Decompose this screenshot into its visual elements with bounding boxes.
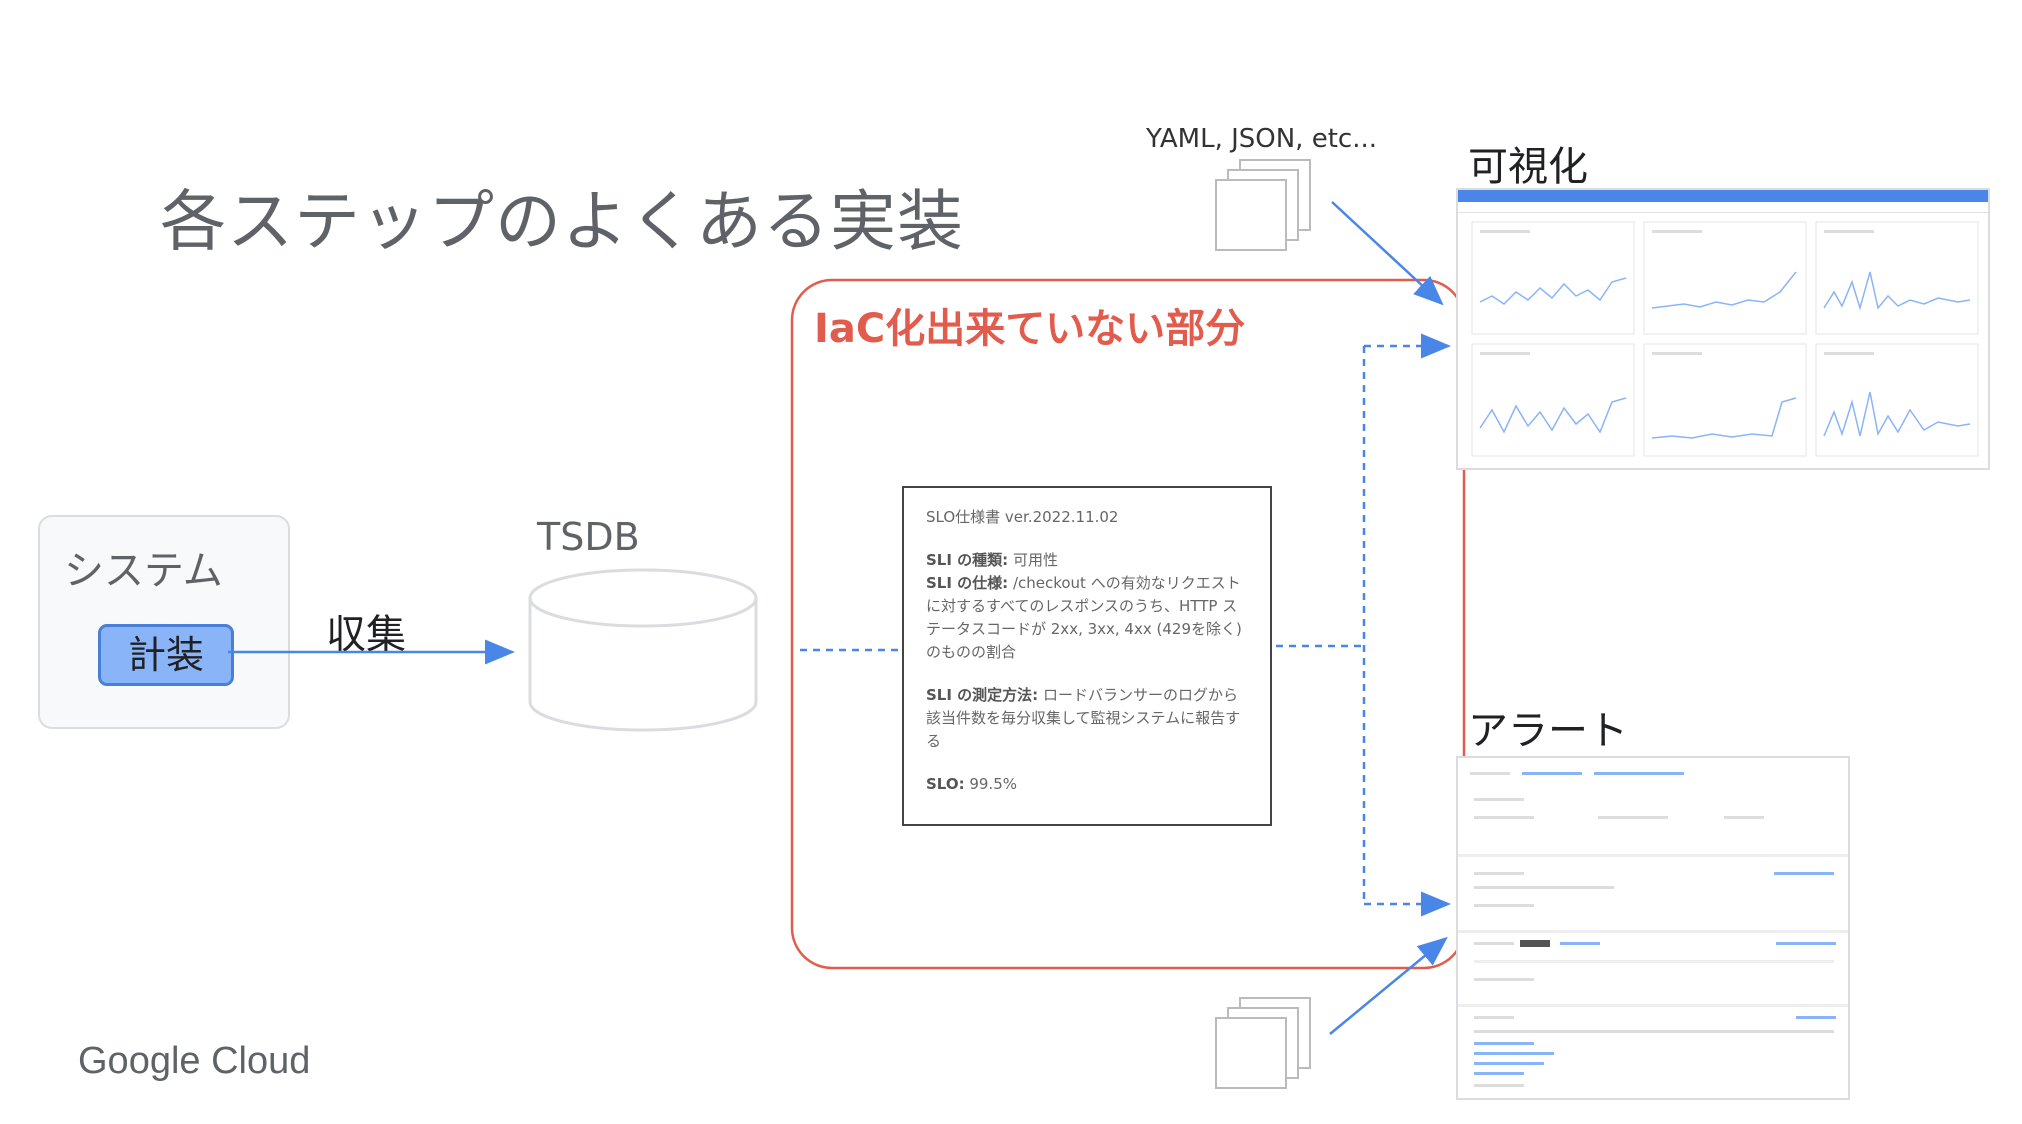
- config-format-label: YAML, JSON, etc...: [1146, 124, 1377, 154]
- alert-line: [1470, 772, 1510, 775]
- slo-value: 99.5%: [964, 775, 1017, 793]
- sli-type-key: SLI の種類:: [926, 551, 1009, 569]
- document-stack-icon: [1215, 997, 1311, 1089]
- dashboard-screenshot: [1456, 188, 1990, 470]
- alert-divider: [1458, 1004, 1848, 1007]
- alert-link-line: [1796, 1016, 1836, 1019]
- slo-key: SLO:: [926, 775, 965, 793]
- alert-link-line: [1474, 1052, 1554, 1055]
- document-stack-icon: [1215, 159, 1311, 251]
- alert-link-line: [1522, 772, 1582, 775]
- sli-type-value: 可用性: [1008, 551, 1058, 569]
- alert-line: [1474, 886, 1614, 889]
- alert-line: [1474, 1084, 1524, 1087]
- alert-divider: [1458, 930, 1848, 933]
- iac-label: IaC化出来ていない部分: [814, 306, 1246, 352]
- sli-spec-key: SLI の仕様:: [926, 574, 1009, 592]
- dashboard-panels: [1471, 221, 1979, 457]
- alert-line: [1474, 1030, 1834, 1033]
- alert-line: [1474, 960, 1834, 963]
- alert-line: [1474, 798, 1524, 801]
- alerts-screenshot: [1456, 756, 1850, 1100]
- alert-line: [1598, 816, 1668, 819]
- alert-divider: [1458, 854, 1848, 857]
- alert-badge: [1520, 940, 1550, 947]
- alert-link-line: [1474, 1062, 1544, 1065]
- alert-label: アラート: [1468, 708, 1628, 754]
- visualization-label: 可視化: [1468, 144, 1588, 190]
- alert-line: [1474, 872, 1524, 875]
- alert-link-line: [1774, 872, 1834, 875]
- alert-line: [1724, 816, 1764, 819]
- slo-spec-document: SLO仕様書 ver.2022.11.02 SLI の種類: 可用性 SLI の…: [902, 486, 1272, 826]
- alert-link-line: [1474, 1072, 1524, 1075]
- database-cylinder-icon: [528, 568, 758, 732]
- alert-line: [1474, 816, 1534, 819]
- alert-link-line: [1776, 942, 1836, 945]
- alert-line: [1474, 1016, 1514, 1019]
- doc-to-viz-arrow: [1331, 201, 1444, 306]
- dashboard-header-bar: [1458, 190, 1988, 202]
- alert-line: [1474, 904, 1534, 907]
- google-cloud-logo: Google Cloud: [78, 1040, 311, 1082]
- alert-link-line: [1474, 1042, 1534, 1045]
- slo-doc-header: SLO仕様書 ver.2022.11.02: [926, 508, 1119, 526]
- alert-line: [1474, 942, 1514, 945]
- alert-link-line: [1560, 942, 1600, 945]
- doc-to-alert-arrow: [1329, 936, 1448, 1035]
- sli-method-key: SLI の測定方法:: [926, 686, 1039, 704]
- alert-link-line: [1594, 772, 1684, 775]
- alert-line: [1474, 978, 1534, 981]
